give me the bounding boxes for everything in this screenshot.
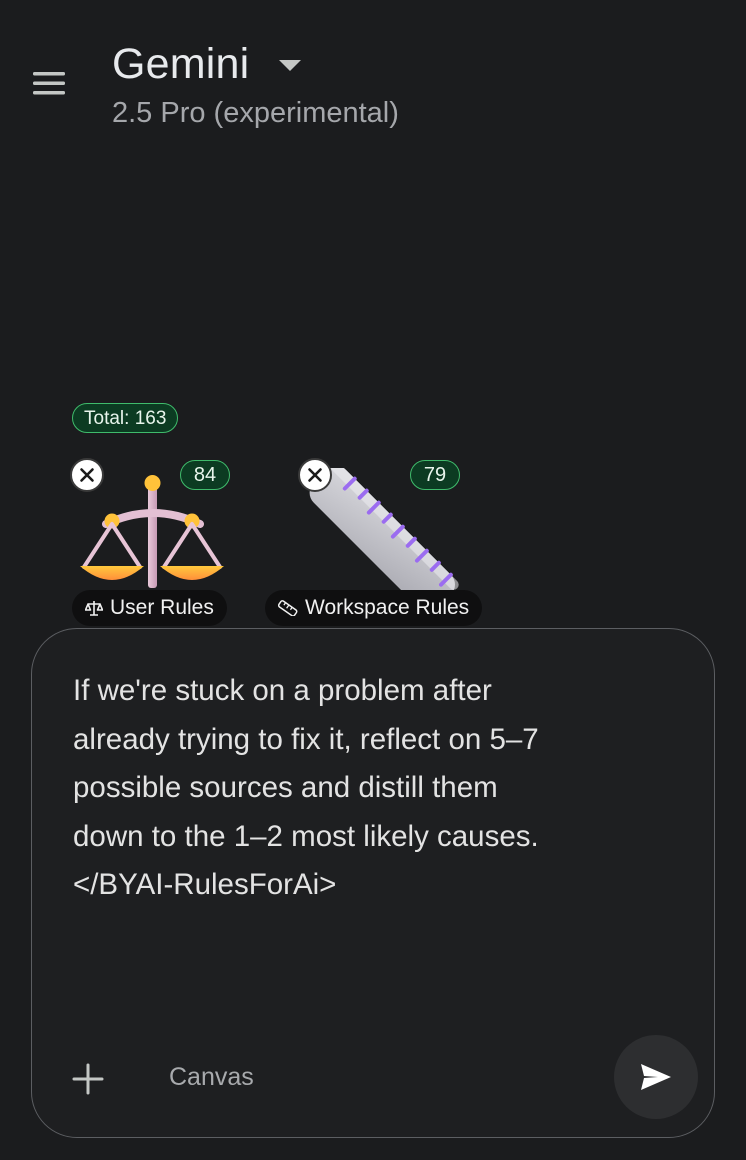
prompt-input[interactable]: If we're stuck on a problem after alread… <box>73 667 673 910</box>
model-name: 2.5 Pro (experimental) <box>112 97 399 129</box>
remove-workspace-rules-button[interactable] <box>298 458 332 492</box>
main-menu-button[interactable] <box>28 62 70 104</box>
plus-icon <box>72 1063 104 1095</box>
rule-card-workspace-rules: 79 Workspace Rules <box>265 456 505 631</box>
send-icon <box>641 1064 671 1090</box>
prompt-composer: If we're stuck on a problem after alread… <box>31 628 715 1138</box>
model-dropdown[interactable]: Gemini <box>112 38 399 90</box>
hamburger-menu-icon <box>33 72 65 95</box>
balance-scale-icon <box>80 475 224 588</box>
total-rules-badge: Total: 163 <box>72 403 179 433</box>
model-switcher: Gemini 2.5 Pro (experimental) <box>112 38 399 131</box>
user-rules-label: User Rules <box>110 596 214 619</box>
send-button[interactable] <box>614 1035 698 1119</box>
user-rules-count-badge: 84 <box>180 460 230 490</box>
workspace-rules-count-badge: 79 <box>410 460 460 490</box>
workspace-rules-label: Workspace Rules <box>305 596 470 619</box>
close-icon <box>80 468 94 482</box>
caret-down-icon <box>279 60 302 71</box>
add-attachment-button[interactable] <box>68 1059 108 1099</box>
rule-card-user-rules: 84 User Rules <box>70 456 240 631</box>
app-title: Gemini <box>112 40 250 88</box>
scale-icon <box>85 600 103 616</box>
user-rules-chip[interactable]: User Rules <box>72 590 227 626</box>
canvas-button[interactable]: Canvas <box>169 1063 254 1092</box>
remove-user-rules-button[interactable] <box>70 458 104 492</box>
gemini-page: Gemini 2.5 Pro (experimental) Total: 163… <box>0 0 746 1160</box>
workspace-rules-chip[interactable]: Workspace Rules <box>265 590 483 626</box>
close-icon <box>308 468 322 482</box>
ruler-small-icon <box>278 600 298 616</box>
